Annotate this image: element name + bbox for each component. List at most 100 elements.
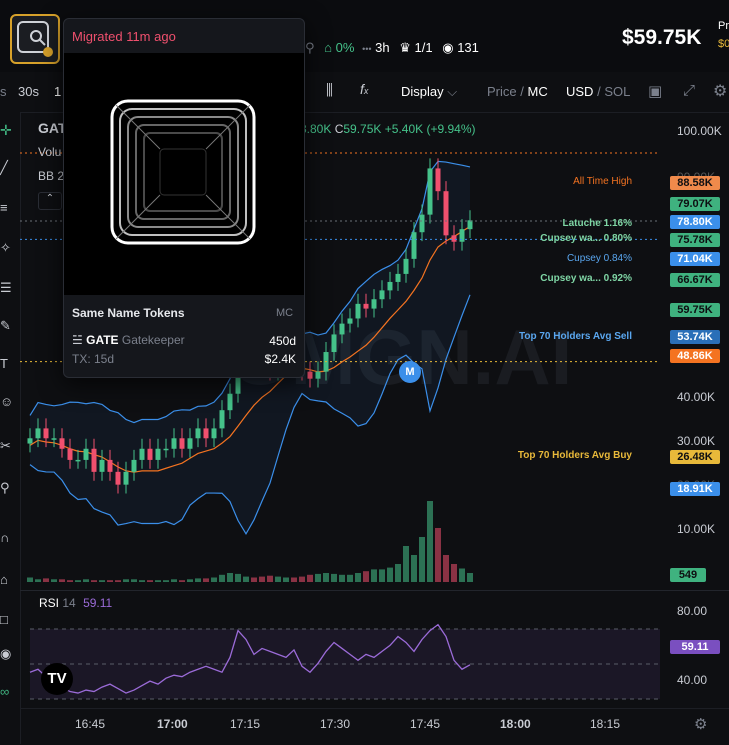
candle-body: [75, 459, 81, 462]
volume-bar: [107, 580, 113, 582]
candle-body: [443, 191, 449, 236]
x-tick-1815: 18:15: [590, 717, 621, 731]
row-name: Gatekeeper: [121, 333, 185, 347]
fib-icon[interactable]: ≡: [0, 200, 20, 215]
volume-bar: [395, 564, 401, 582]
mc-option: MC: [527, 84, 548, 99]
legend-collapse-button[interactable]: ⌃: [38, 192, 62, 210]
axis-settings-icon[interactable]: ⚙: [694, 715, 707, 733]
candle-body: [315, 371, 321, 379]
volume-bar: [435, 528, 441, 582]
crown-icon: ♛: [399, 40, 411, 55]
link-icon[interactable]: ∞: [0, 684, 20, 699]
tf-1m[interactable]: 1: [54, 84, 61, 99]
fx-indicators-icon[interactable]: fx: [360, 81, 368, 97]
token-age: 3h: [375, 40, 390, 55]
volume-bar: [275, 576, 281, 582]
search-icon[interactable]: ⚲: [305, 40, 315, 56]
tf-seconds[interactable]: s: [0, 84, 7, 99]
volume-bar: [211, 577, 217, 582]
volume-bar: [419, 537, 425, 582]
volume-bar: [91, 580, 97, 582]
crosshair-icon[interactable]: ✛: [0, 122, 20, 139]
candle-body: [363, 303, 369, 309]
projection-icon[interactable]: ☰: [0, 280, 20, 296]
currency-toggle[interactable]: USD / SOL: [566, 84, 630, 99]
price-option: Price: [487, 84, 517, 99]
ath-label: All Time High: [573, 176, 632, 187]
chevron-down-icon: ⌵: [447, 84, 458, 99]
pill-buy: 26.48K: [670, 450, 720, 464]
cupsey3-label: Cupsey wa... 0.92%: [540, 273, 632, 284]
volume-bar: [331, 573, 337, 582]
lock-drawings-icon[interactable]: □: [0, 612, 20, 627]
watchers-count: 131: [457, 40, 479, 55]
volume-bar: [59, 579, 65, 582]
pill-latuche: 78.80K: [670, 215, 720, 229]
volume-bar: [411, 555, 417, 582]
token-logo[interactable]: [10, 14, 60, 64]
emoji-icon[interactable]: ☺: [0, 394, 20, 409]
volume-bar: [139, 580, 145, 582]
usd-option: USD: [566, 84, 594, 99]
rsi-legend: RSI 14 59.11: [39, 596, 112, 610]
volume-bar: [443, 555, 449, 582]
candle-body: [27, 438, 33, 444]
text-icon[interactable]: T: [0, 356, 20, 371]
candle-body: [171, 438, 177, 449]
price-mc-toggle[interactable]: Price / MC: [487, 84, 548, 99]
migrated-text: Migrated 11m ago: [72, 29, 176, 44]
currency-slash: /: [597, 84, 601, 99]
volume-bar: [123, 579, 129, 582]
legend-change: +5.40K (+9.94%): [384, 122, 476, 136]
pill-cupsey2: 71.04K: [670, 252, 720, 266]
camera-icon[interactable]: ▣: [648, 82, 662, 100]
x-tick-1730: 17:30: [320, 717, 351, 731]
price-mc-slash: /: [520, 84, 524, 99]
candle-body: [195, 428, 201, 439]
same-name-row[interactable]: ☱ GATE Gatekeeper: [72, 333, 185, 347]
latuche-label: Latuche 1.16%: [562, 218, 632, 229]
trendline-icon[interactable]: ╱: [0, 160, 20, 176]
candle-body: [435, 168, 441, 192]
migration-marker[interactable]: M: [399, 361, 421, 383]
tf-30s[interactable]: 30s: [18, 84, 39, 99]
volume-bar: [251, 577, 257, 582]
display-button[interactable]: Display ⌵: [401, 84, 457, 100]
row-mc: $2.4K: [264, 352, 296, 366]
legend-volume: Volu: [38, 145, 62, 159]
brush-icon[interactable]: ✎: [0, 318, 20, 334]
lock-icon[interactable]: ⌂: [0, 572, 20, 587]
ruler-icon[interactable]: ✂: [0, 438, 20, 454]
fullscreen-icon[interactable]: ⤢: [683, 82, 695, 99]
volume-bar: [299, 576, 305, 582]
eye-toggle-icon[interactable]: ◉: [0, 646, 20, 662]
volume-bar: [227, 573, 233, 582]
volume-bar: [67, 580, 73, 582]
candle-body: [59, 438, 65, 449]
volume-bar: [339, 574, 345, 582]
candle-body: [411, 232, 417, 259]
candle-body: [123, 471, 129, 485]
rsi-panel[interactable]: RSI 14 59.11 80.00 40.00 59.11 TV: [20, 590, 729, 709]
candle-body: [115, 471, 121, 485]
gear-icon[interactable]: ⚙: [713, 81, 727, 101]
tradingview-logo[interactable]: TV: [41, 663, 73, 695]
candle-body: [427, 168, 433, 215]
pattern-icon[interactable]: ✧: [0, 240, 20, 256]
magnet-icon[interactable]: ∩: [0, 530, 20, 545]
candles-icon[interactable]: ⫼: [326, 82, 333, 99]
x-tick-1645: 16:45: [75, 717, 106, 731]
zoom-icon[interactable]: ⚲: [0, 480, 20, 496]
sol-option: SOL: [604, 84, 631, 99]
volume-bar: [291, 577, 297, 582]
pill-79k: 79.07K: [670, 197, 720, 211]
pill-cupsey1: 75.78K: [670, 233, 720, 247]
volume-bar: [371, 569, 377, 582]
top-percent: 0%: [335, 40, 355, 55]
x-tick-1745: 17:45: [410, 717, 441, 731]
volume-bar: [43, 578, 49, 582]
pill-current: 59.75K: [670, 303, 720, 317]
candle-body: [219, 410, 225, 429]
holders-ratio: 1/1: [414, 40, 433, 55]
